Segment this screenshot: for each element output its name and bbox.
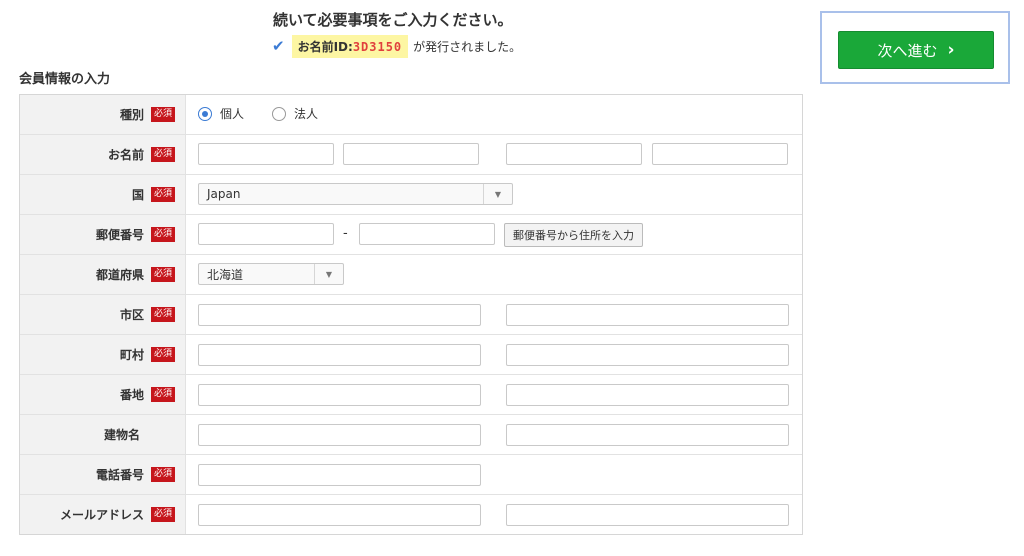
- row-field: [186, 335, 802, 374]
- row-field: [186, 495, 802, 534]
- row-field: [186, 375, 802, 414]
- label-text: 都道府県: [95, 268, 144, 282]
- id-highlight: お名前ID:3D3150: [291, 34, 409, 58]
- row-label: 番地 必須: [20, 375, 186, 414]
- dropdown-arrow-icon: ▼: [483, 184, 512, 204]
- row-name: お名前 必須: [20, 134, 802, 174]
- row-phone: 電話番号 必須: [20, 454, 802, 494]
- row-field: Japan ▼: [186, 175, 802, 214]
- row-field: - 郵便番号から住所を入力: [186, 215, 802, 254]
- dropdown-arrow-icon: ▼: [314, 264, 343, 284]
- row-field: [186, 135, 802, 174]
- email-confirm-input[interactable]: [506, 504, 789, 526]
- next-button-label: 次へ進む: [877, 41, 938, 60]
- required-badge: 必須: [150, 147, 175, 162]
- required-badge: 必須: [150, 267, 175, 282]
- town-input[interactable]: [198, 344, 481, 366]
- row-country: 国必須 Japan ▼: [20, 174, 802, 214]
- row-label: 郵便番号 必須: [20, 215, 186, 254]
- country-value: Japan: [207, 187, 241, 201]
- row-label: 国必須: [20, 175, 186, 214]
- postal-lookup-button[interactable]: 郵便番号から住所を入力: [504, 223, 643, 247]
- required-badge: 必須: [150, 347, 175, 362]
- radio-label: 個人: [220, 107, 245, 121]
- label-text: 種別: [119, 108, 144, 122]
- id-issued-message: ✔ お名前ID:3D3150 が発行されました。: [272, 34, 521, 58]
- row-field: [186, 295, 802, 334]
- row-label: メールアドレス 必須: [20, 495, 186, 534]
- section-title: 会員情報の入力: [19, 72, 111, 87]
- id-value: 3D3150: [352, 39, 403, 54]
- required-badge: 必須: [150, 307, 175, 322]
- member-info-form: 種別必須 個人 法人 お名前必須 国必須 Japan ▼ 郵便番号必須 -: [19, 94, 803, 535]
- row-label: 都道府県 必須: [20, 255, 186, 294]
- label-text: メールアドレス: [59, 508, 144, 522]
- radio-selected-icon: [198, 106, 212, 121]
- row-field: [186, 415, 802, 454]
- row-label: 市区 必須: [20, 295, 186, 334]
- required-badge: 必須: [150, 227, 175, 242]
- row-town: 町村 必須: [20, 334, 802, 374]
- row-building: 建物名: [20, 414, 802, 454]
- label-text: 町村: [119, 348, 144, 362]
- label-text: 市区: [119, 308, 144, 322]
- radio-label: 法人: [294, 107, 319, 121]
- required-badge: 必須: [150, 507, 175, 522]
- city-kana-input[interactable]: [506, 304, 789, 326]
- row-field: [186, 455, 802, 494]
- country-select[interactable]: Japan ▼: [198, 183, 513, 205]
- radio-personal[interactable]: 個人: [198, 105, 244, 122]
- row-label: 電話番号 必須: [20, 455, 186, 494]
- row-prefecture: 都道府県 必須 北海道 ▼: [20, 254, 802, 294]
- row-postal: 郵便番号 必須 - 郵便番号から住所を入力: [20, 214, 802, 254]
- row-label: 町村 必須: [20, 335, 186, 374]
- radio-empty-icon: [272, 106, 286, 121]
- page-headline: 続いて必要事項をご入力ください。: [273, 11, 513, 29]
- row-email: メールアドレス 必須: [20, 494, 802, 534]
- row-label: お名前 必須: [20, 135, 186, 174]
- chevron-right-icon: ›: [947, 40, 955, 60]
- last-name-input[interactable]: [198, 143, 334, 165]
- town-kana-input[interactable]: [506, 344, 789, 366]
- prefecture-select[interactable]: 北海道 ▼: [198, 263, 344, 285]
- required-badge: 必須: [150, 387, 175, 402]
- label-text: 建物名: [103, 428, 140, 442]
- building-input[interactable]: [198, 424, 481, 446]
- postal-code-first-input[interactable]: [198, 223, 334, 245]
- email-input[interactable]: [198, 504, 481, 526]
- city-input[interactable]: [198, 304, 481, 326]
- label-text: お名前: [107, 148, 144, 162]
- row-city: 市区 必須: [20, 294, 802, 334]
- id-label: お名前ID:: [297, 39, 353, 54]
- row-street: 番地 必須: [20, 374, 802, 414]
- prefecture-value: 北海道: [207, 267, 244, 282]
- id-issued-suffix: が発行されました。: [413, 39, 522, 54]
- phone-input[interactable]: [198, 464, 481, 486]
- building-kana-input[interactable]: [506, 424, 789, 446]
- label-text: 番地: [119, 388, 144, 402]
- required-badge: 必須: [150, 187, 175, 202]
- street-input[interactable]: [198, 384, 481, 406]
- row-label: 種別 必須: [20, 95, 186, 134]
- required-badge: 必須: [150, 107, 175, 122]
- row-field: 個人 法人: [186, 95, 802, 134]
- label-text: 郵便番号: [95, 228, 144, 242]
- label-text: 電話番号: [95, 468, 144, 482]
- first-name-kana-input[interactable]: [652, 143, 788, 165]
- last-name-kana-input[interactable]: [506, 143, 642, 165]
- postal-code-second-input[interactable]: [359, 223, 495, 245]
- row-label: 建物名: [20, 415, 186, 454]
- postal-dash: -: [343, 226, 348, 241]
- first-name-input[interactable]: [343, 143, 479, 165]
- row-field: 北海道 ▼: [186, 255, 802, 294]
- street-kana-input[interactable]: [506, 384, 789, 406]
- required-badge: 必須: [150, 467, 175, 482]
- label-text: 国: [131, 188, 144, 202]
- check-icon: ✔: [272, 37, 285, 55]
- radio-corporate[interactable]: 法人: [272, 105, 318, 122]
- next-button[interactable]: 次へ進む ›: [838, 31, 994, 69]
- next-button-frame: 次へ進む ›: [820, 11, 1010, 84]
- row-type: 種別 必須 個人 法人: [20, 95, 802, 134]
